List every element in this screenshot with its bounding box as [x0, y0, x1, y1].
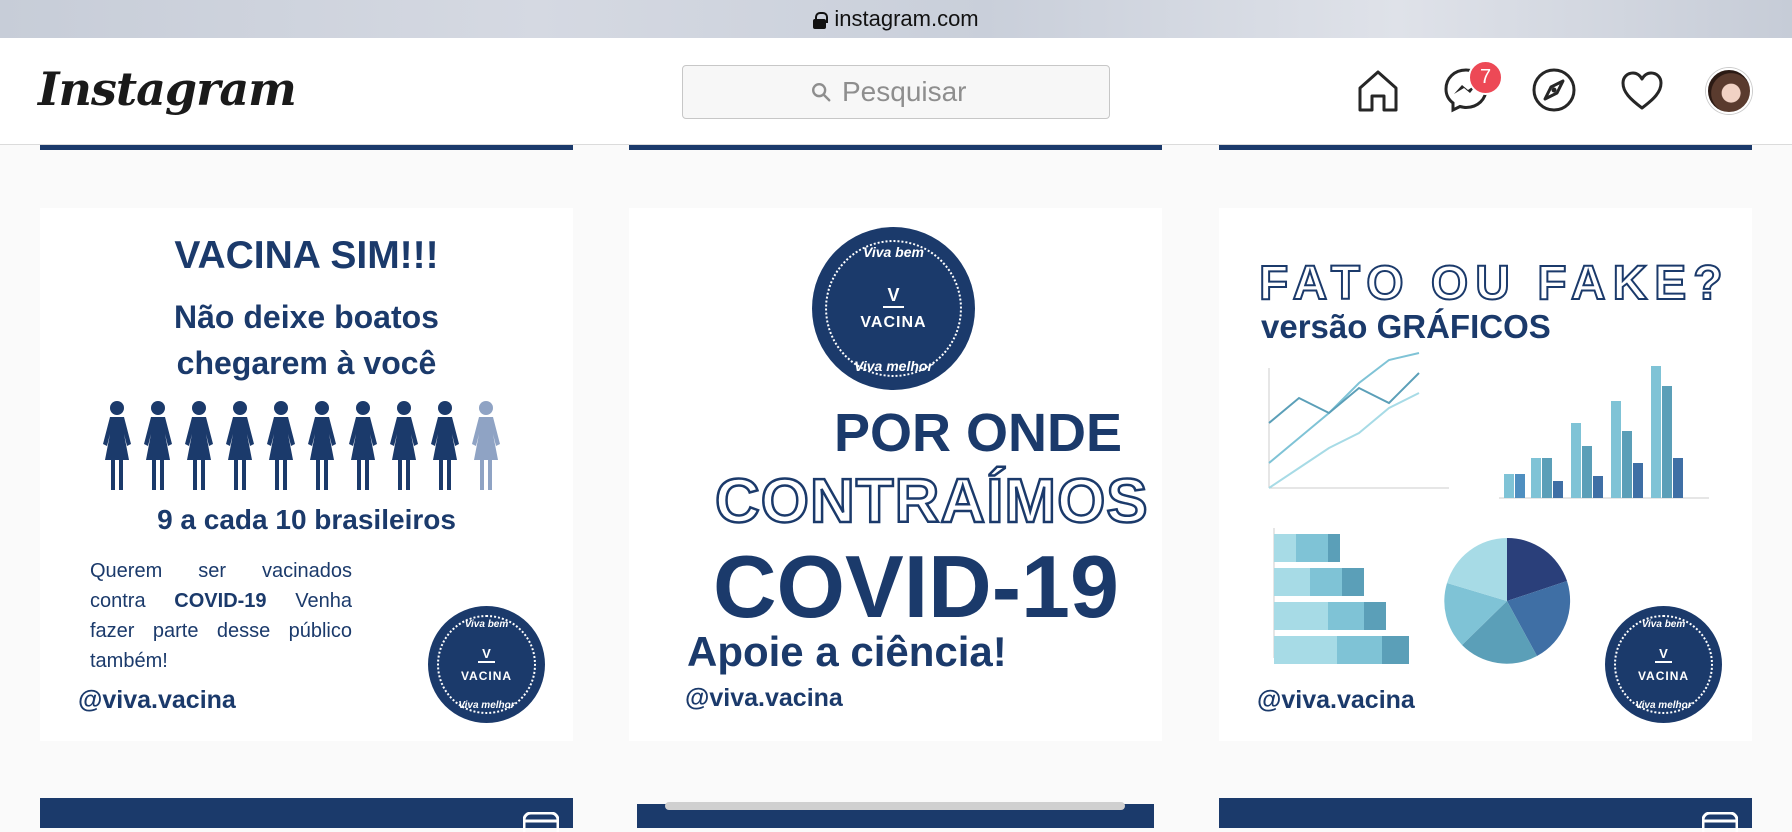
lock-icon: [813, 11, 829, 29]
post-headline-line3: COVID-19: [713, 537, 1119, 636]
home-icon[interactable]: [1354, 66, 1402, 114]
next-row-post[interactable]: [629, 798, 1162, 828]
post-body-text: Querem ser vacinados contra COVID-19 Ven…: [90, 560, 352, 672]
person-figure: [390, 401, 418, 490]
url-text[interactable]: instagram.com: [834, 6, 978, 32]
profile-avatar[interactable]: [1706, 68, 1752, 114]
previous-row-post-edge[interactable]: [40, 145, 573, 150]
messages-badge: 7: [1468, 60, 1503, 95]
reel-icon: [1702, 812, 1738, 832]
browser-url-bar[interactable]: instagram.com: [0, 0, 1792, 38]
search-box[interactable]: [682, 65, 1110, 119]
viva-vacina-seal-logo: Viva bem V VACINA Viva melhor: [1605, 606, 1722, 723]
person-figure: [308, 401, 336, 490]
viva-vacina-seal-logo: Viva bem V VACINA Viva melhor: [428, 606, 545, 723]
post-fato-ou-fake[interactable]: FATO OU FAKE? versão GRÁFICOS @viva.vaci…: [1219, 208, 1752, 741]
post-tagline: Apoie a ciência!: [687, 628, 1007, 675]
viva-vacina-seal-logo: Viva bem V VACINA Viva melhor: [812, 227, 975, 390]
person-figure: [226, 401, 254, 490]
next-row-post[interactable]: [1219, 798, 1752, 832]
person-figure: [349, 401, 377, 490]
post-title: VACINA SIM!!!: [174, 234, 439, 277]
heart-icon[interactable]: [1618, 66, 1666, 114]
person-figure: [431, 401, 459, 490]
post-headline-line1: POR ONDE: [833, 403, 1122, 463]
post-title: FATO OU FAKE?: [1258, 256, 1730, 311]
person-figure: [267, 401, 295, 490]
post-vacina-sim[interactable]: VACINA SIM!!! Não deixe boatos chegarem …: [40, 208, 573, 741]
post-stat: 9 a cada 10 brasileiros: [157, 504, 456, 535]
post-subtitle: versão GRÁFICOS: [1261, 308, 1551, 345]
instagram-logo[interactable]: Instagram: [38, 62, 297, 116]
search-icon: [812, 83, 831, 102]
person-figure: [103, 401, 131, 490]
post-subtitle: Não deixe boatos chegarem à você: [174, 299, 439, 381]
next-row-post[interactable]: [40, 798, 573, 832]
top-navigation-bar: Instagram 7: [0, 38, 1792, 145]
previous-row-post-edge[interactable]: [629, 145, 1162, 150]
line-chart-graphic: [1268, 352, 1449, 489]
reel-icon: [523, 812, 559, 832]
post-headline-line2: CONTRAÍMOS: [714, 466, 1149, 538]
post-por-onde-contraimos[interactable]: Viva bem V VACINA Viva melhor POR ONDE C…: [629, 208, 1162, 741]
post-handle: @viva.vacina: [685, 684, 843, 712]
people-figures: [100, 400, 503, 492]
previous-row-post-edge[interactable]: [1219, 145, 1752, 150]
search-input[interactable]: [842, 76, 982, 108]
bar-chart-graphic: [1499, 366, 1709, 499]
person-figure: [144, 401, 172, 490]
person-figure: [185, 401, 213, 490]
person-figure: [472, 401, 500, 490]
stacked-bar-chart-graphic: [1273, 528, 1409, 664]
pie-chart-graphic: [1444, 537, 1571, 664]
explore-icon[interactable]: [1530, 66, 1578, 114]
post-handle: @viva.vacina: [1257, 686, 1415, 714]
post-handle: @viva.vacina: [78, 686, 236, 714]
